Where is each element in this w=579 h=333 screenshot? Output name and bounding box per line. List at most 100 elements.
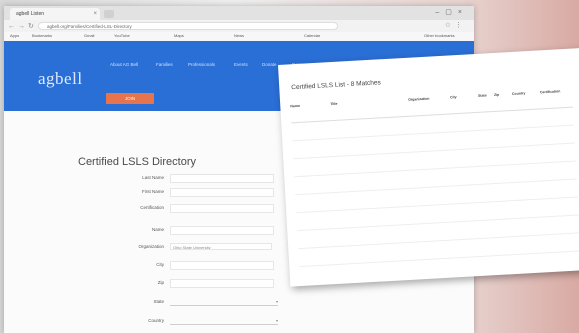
column-header: State — [477, 93, 487, 98]
table-cell[interactable] — [293, 160, 329, 162]
table-cell — [479, 115, 493, 116]
results-title: Certified LSLS List - 8 Matches — [291, 79, 381, 92]
browser-tab[interactable]: agbell Listen × — [10, 8, 100, 20]
table-cell — [338, 246, 412, 250]
reload-icon[interactable]: ↻ — [28, 23, 37, 30]
city-input[interactable] — [170, 261, 274, 270]
nav-item[interactable]: Donate — [262, 62, 277, 67]
table-cell — [333, 156, 407, 160]
new-tab-button[interactable] — [104, 10, 114, 18]
bookmark-item[interactable]: Apps — [10, 33, 19, 38]
column-header: Name — [290, 103, 300, 109]
field-label: Certification — [140, 205, 164, 210]
table-cell[interactable] — [297, 232, 333, 234]
organization-input[interactable]: Ohio State University — [170, 243, 272, 250]
nav-buttons: ←→↻ — [8, 22, 37, 30]
field-label: Name — [151, 227, 164, 232]
bookmark-item[interactable]: Bookmarks — [32, 33, 52, 38]
table-cell — [337, 228, 411, 232]
nav-item[interactable]: About AG Bell — [110, 62, 138, 67]
field-label: Zip — [157, 280, 164, 285]
address-bar-row: ←→↻ agbell.org/Families/Certified-LSL-Di… — [4, 20, 474, 32]
table-cell — [516, 166, 542, 167]
minimize-icon[interactable]: – — [435, 9, 445, 16]
table-cell — [484, 205, 498, 206]
table-cell — [486, 241, 500, 242]
table-cell — [414, 207, 454, 209]
column-header: Certification — [539, 89, 561, 95]
table-cell — [482, 169, 496, 170]
table-cell — [520, 238, 546, 239]
table-cell — [545, 183, 575, 185]
nav-item[interactable]: Events — [234, 62, 248, 67]
table-cell — [452, 134, 478, 135]
table-cell — [501, 222, 517, 223]
table-cell — [547, 219, 577, 221]
table-cell — [497, 150, 513, 151]
table-cell — [411, 153, 451, 155]
nav-item[interactable]: Professionals — [188, 62, 215, 67]
bookmark-item[interactable]: Other bookmarks — [424, 33, 455, 38]
back-icon[interactable]: ← — [8, 23, 18, 30]
last-name-input[interactable] — [170, 174, 274, 183]
table-cell[interactable] — [292, 142, 328, 144]
table-cell — [548, 237, 578, 239]
join-button[interactable]: JOIN — [106, 93, 154, 104]
zip-input[interactable] — [170, 279, 274, 288]
maximize-icon[interactable]: ▢ — [445, 9, 458, 16]
chevron-down-icon: ▾ — [275, 299, 278, 304]
bookmark-item[interactable]: Maps — [174, 33, 184, 38]
table-cell — [412, 171, 452, 173]
table-cell[interactable] — [295, 196, 331, 198]
table-cell — [498, 168, 514, 169]
country-select[interactable]: ▾ — [170, 317, 278, 325]
table-cell — [483, 187, 497, 188]
column-header: City — [449, 95, 457, 100]
menu-icon[interactable]: ⋮ — [455, 22, 466, 29]
field-label: First Name — [141, 189, 164, 194]
page-title: Certified LSLS Directory — [78, 156, 196, 168]
table-cell — [415, 225, 455, 227]
forward-icon[interactable]: → — [18, 23, 28, 30]
certification-input[interactable] — [170, 204, 274, 213]
table-cell[interactable] — [294, 178, 330, 180]
bookmark-item[interactable]: YouTube — [114, 33, 130, 38]
table-cell — [409, 118, 449, 120]
bookmark-item[interactable]: Calendar — [304, 33, 320, 38]
column-header: Title — [330, 101, 338, 107]
first-name-input[interactable] — [170, 188, 274, 197]
table-cell — [336, 210, 410, 214]
column-header: Organization — [408, 96, 430, 102]
window-controls: –▢× — [435, 8, 468, 16]
bookmark-item[interactable]: News — [234, 33, 244, 38]
table-cell — [499, 186, 515, 187]
table-cell — [517, 184, 543, 185]
table-cell — [331, 120, 405, 124]
table-cell — [513, 113, 539, 114]
table-cell — [456, 206, 482, 207]
agbell-logo[interactable]: agbell — [38, 69, 83, 89]
state-select[interactable]: ▾ — [170, 298, 278, 306]
star-icon[interactable]: ☆ — [445, 22, 455, 29]
table-cell — [543, 147, 573, 149]
table-cell[interactable] — [296, 214, 332, 216]
name-input[interactable] — [170, 226, 274, 235]
table-cell — [332, 138, 406, 142]
table-cell — [416, 243, 456, 245]
table-cell — [455, 188, 481, 189]
url-input[interactable]: agbell.org/Families/Certified-LSL-Direct… — [38, 22, 338, 30]
table-cell — [458, 242, 484, 243]
table-cell[interactable] — [291, 124, 327, 126]
field-label: State — [153, 299, 164, 304]
tab-bar: agbell Listen × –▢× — [4, 6, 474, 20]
bookmark-item[interactable]: Gmail — [84, 33, 94, 38]
nav-item[interactable]: Families — [156, 62, 173, 67]
results-printout: Certified LSLS List - 8 Matches Name Tit… — [278, 48, 579, 287]
field-label: City — [156, 262, 164, 267]
field-label: Last Name — [142, 175, 164, 180]
browser-actions: ☆⋮ — [445, 21, 466, 29]
window-close-icon[interactable]: × — [458, 9, 468, 16]
close-tab-icon[interactable]: × — [93, 8, 97, 20]
table-cell — [481, 151, 495, 152]
table-cell[interactable] — [298, 250, 334, 252]
